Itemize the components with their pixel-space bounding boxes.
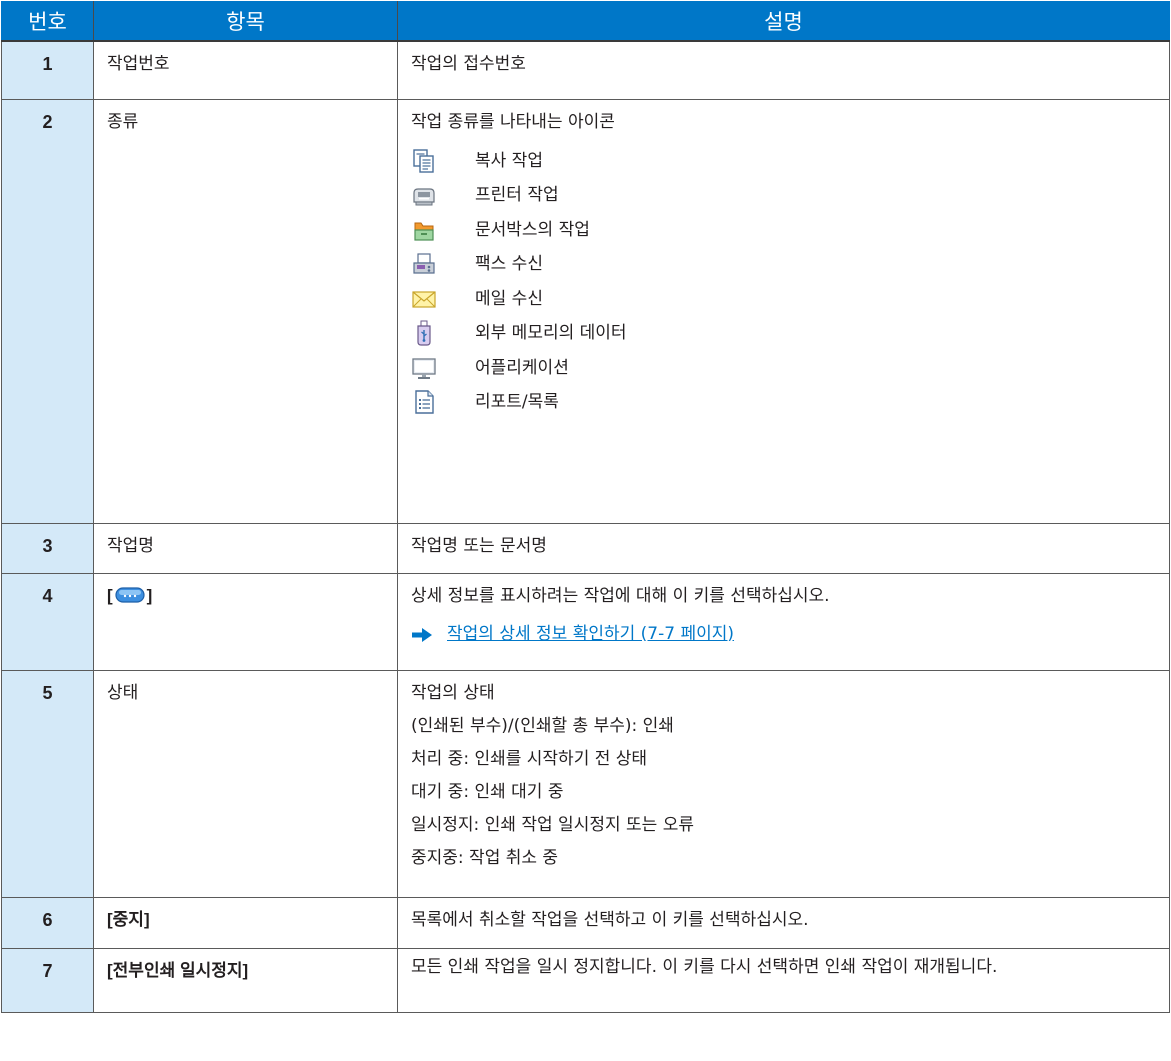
status-line: 작업의 상태 [411,682,495,703]
status-line: 대기 중: 인쇄 대기 중 [411,781,564,802]
status-line: 일시정지: 인쇄 작업 일시정지 또는 오류 [411,814,694,835]
type-label: 팩스 수신 [475,254,543,275]
application-icon [411,355,437,381]
type-label: 어플리케이션 [475,357,569,378]
type-label: 외부 메모리의 데이터 [475,323,627,344]
row-number: 1 [1,40,94,100]
usb-memory-icon [411,320,437,346]
printer-job-icon [411,182,437,208]
row-item: 작업번호 [93,40,398,100]
job-detail-link[interactable]: 작업의 상세 정보 확인하기 (7-7 페이지) [447,622,734,646]
status-line: 처리 중: 인쇄를 시작하기 전 상태 [411,748,648,769]
row-item: 작업명 [93,522,398,574]
row-description: 상세 정보를 표시하려는 작업에 대해 이 키를 선택하십시오. 작업의 상세 … [397,572,1170,671]
row-item: 상태 [93,669,398,898]
type-intro-text: 작업 종류를 나타내는 아이콘 [411,111,615,132]
report-list-icon [411,389,437,415]
type-label: 복사 작업 [475,150,543,171]
bracket-close: ] [146,585,153,605]
table-row: 6 [중지] 목록에서 취소할 작업을 선택하고 이 키를 선택하십시오. [1,896,1170,949]
row-description: 작업 종류를 나타내는 아이콘 복사 작업 프린터 작업 문서박스의 작업 팩스… [397,98,1170,524]
row-item: [전부인쇄 일시정지] [93,947,398,1013]
row-number: 3 [1,522,94,574]
row-number: 6 [1,896,94,949]
list-item: 외부 메모리의 데이터 [411,316,1169,351]
fax-receive-icon [411,251,437,277]
table-row: 4 [] 상세 정보를 표시하려는 작업에 대해 이 키를 선택하십시오. 작업… [1,572,1170,671]
job-status-table: 번호 항목 설명 1 작업번호 작업의 접수번호 2 종류 작업 종류를 나타내… [1,1,1170,1013]
list-item: 리포트/목록 [411,385,1169,420]
type-label: 문서박스의 작업 [475,219,590,240]
pause-all-key-label: [전부인쇄 일시정지] [107,960,249,980]
table-row: 2 종류 작업 종류를 나타내는 아이콘 복사 작업 프린터 작업 문서박스의 … [1,98,1170,524]
status-line: 중지중: 작업 취소 중 [411,847,559,868]
copy-job-icon [411,148,437,174]
list-item: 복사 작업 [411,144,1169,179]
list-item: 프린터 작업 [411,178,1169,213]
document-box-job-icon [411,217,437,243]
arrow-right-icon [411,626,433,642]
job-type-list: 복사 작업 프린터 작업 문서박스의 작업 팩스 수신 메일 수신 외부 메모리… [411,144,1169,420]
row-description: 작업의 접수번호 [397,40,1170,100]
row-description: 작업의 상태 (인쇄된 부수)/(인쇄할 총 부수): 인쇄 처리 중: 인쇄를… [397,669,1170,898]
row-number: 5 [1,669,94,898]
table-row: 5 상태 작업의 상태 (인쇄된 부수)/(인쇄할 총 부수): 인쇄 처리 중… [1,669,1170,898]
bracket-open: [ [107,585,113,605]
list-item: 어플리케이션 [411,351,1169,386]
type-label: 메일 수신 [475,288,543,309]
table-row: 1 작업번호 작업의 접수번호 [1,40,1170,100]
table-row: 3 작업명 작업명 또는 문서명 [1,522,1170,574]
email-receive-icon [411,286,437,312]
row-number: 4 [1,572,94,671]
type-label: 리포트/목록 [475,392,559,413]
detail-description: 상세 정보를 표시하려는 작업에 대해 이 키를 선택하십시오. [411,585,830,606]
reference-line: 작업의 상세 정보 확인하기 (7-7 페이지) [411,622,1169,646]
row-description: 목록에서 취소할 작업을 선택하고 이 키를 선택하십시오. [397,896,1170,949]
header-item: 항목 [93,1,398,42]
table-row: 7 [전부인쇄 일시정지] 모든 인쇄 작업을 일시 정지합니다. 이 키를 다… [1,947,1170,1013]
table-header-row: 번호 항목 설명 [1,1,1170,42]
list-item: 팩스 수신 [411,247,1169,282]
row-description: 작업명 또는 문서명 [397,522,1170,574]
status-line: (인쇄된 부수)/(인쇄할 총 부수): 인쇄 [411,715,674,736]
row-item: [] [93,572,398,671]
stop-key-label: [중지] [107,909,150,929]
row-number: 7 [1,947,94,1013]
header-description: 설명 [397,1,1170,42]
list-item: 문서박스의 작업 [411,213,1169,248]
row-item: [중지] [93,896,398,949]
row-number: 2 [1,98,94,524]
row-item: 종류 [93,98,398,524]
header-number: 번호 [1,1,94,42]
type-label: 프린터 작업 [475,185,559,206]
row-description: 모든 인쇄 작업을 일시 정지합니다. 이 키를 다시 선택하면 인쇄 작업이 … [397,947,1170,1013]
list-item: 메일 수신 [411,282,1169,317]
detail-key-icon [115,586,145,604]
